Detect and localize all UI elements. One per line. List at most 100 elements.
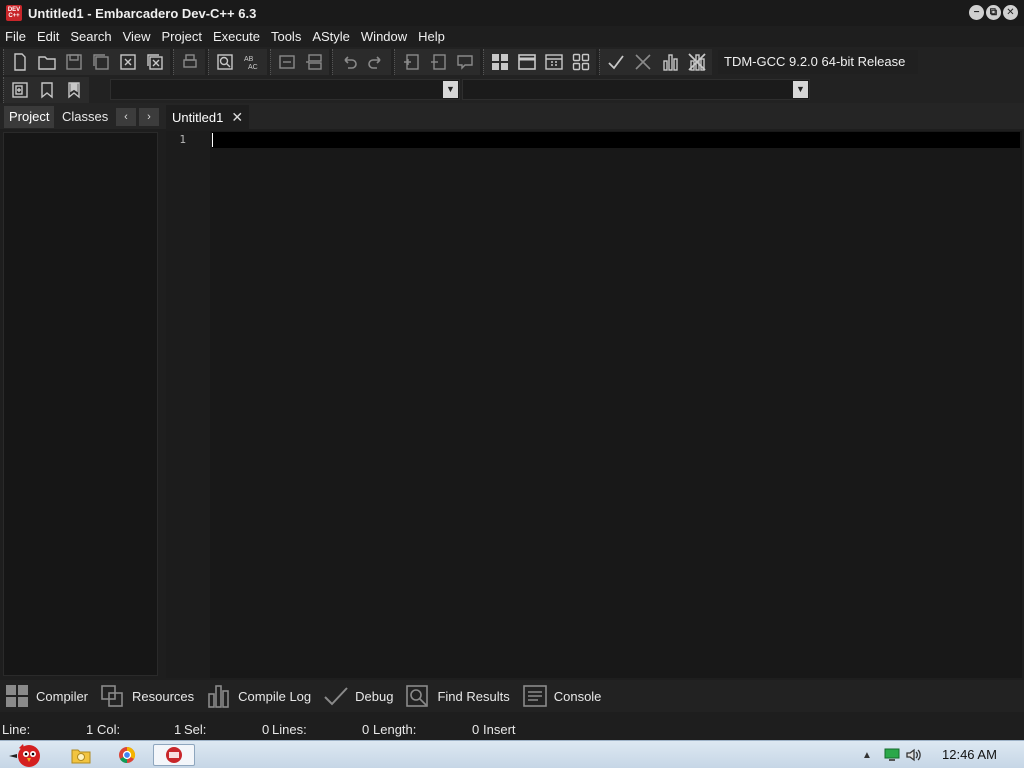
profile-chart-icon[interactable]	[656, 50, 683, 74]
network-icon[interactable]	[882, 744, 902, 766]
restore-button[interactable]: ⧉	[986, 5, 1001, 20]
unindent-icon[interactable]	[300, 50, 327, 74]
tab-classes[interactable]: Classes	[57, 106, 113, 128]
tab-compiler[interactable]: Compiler	[0, 681, 96, 711]
menu-search[interactable]: Search	[65, 26, 117, 47]
rebuild-all-icon[interactable]	[567, 50, 594, 74]
check-syntax-icon[interactable]	[602, 50, 629, 74]
minimize-button[interactable]: −	[969, 5, 984, 20]
devcpp-taskbar-button[interactable]	[153, 744, 195, 766]
tab-debug[interactable]: Debug	[319, 681, 401, 711]
add-to-project-icon[interactable]	[397, 50, 424, 74]
compile-icon[interactable]	[486, 50, 513, 74]
check-icon	[324, 687, 348, 706]
close-all-icon[interactable]	[141, 50, 168, 74]
goto-bookmark-icon[interactable]	[60, 78, 87, 102]
chevron-down-icon[interactable]: ▼	[443, 81, 458, 98]
status-line-label: Line:	[2, 722, 31, 737]
file-toolbar-group	[3, 48, 170, 75]
menu-file[interactable]: File	[0, 26, 32, 47]
replace-icon[interactable]: AB AC	[238, 50, 265, 74]
text-caret	[212, 133, 213, 147]
indent-icon[interactable]	[273, 50, 300, 74]
status-col-label: Col:	[97, 722, 121, 737]
tab-compile-log-label: Compile Log	[238, 688, 312, 704]
menu-project[interactable]: Project	[157, 26, 208, 47]
svg-text:AB: AB	[244, 56, 254, 63]
left-panel-tabs: Project Classes ‹ ›	[0, 103, 164, 129]
undo-toolbar-group	[332, 48, 391, 75]
tab-compile-log[interactable]: Compile Log	[202, 681, 319, 711]
devcpp-icon	[166, 747, 182, 763]
find-icon[interactable]	[211, 50, 238, 74]
save-all-icon[interactable]	[87, 50, 114, 74]
close-button[interactable]: ✕	[1003, 5, 1018, 20]
line-gutter: 1	[166, 131, 210, 678]
menu-view[interactable]: View	[118, 26, 157, 47]
delete-profile-icon[interactable]	[683, 50, 710, 74]
run-icon[interactable]	[513, 50, 540, 74]
tab-compiler-label: Compiler	[36, 688, 89, 704]
print-icon[interactable]	[176, 50, 203, 74]
chevron-left-icon[interactable]: ‹	[116, 108, 136, 126]
chart-icon	[208, 685, 229, 708]
project-tree[interactable]	[3, 132, 158, 676]
menu-window[interactable]: Window	[356, 26, 413, 47]
current-line-highlight	[212, 132, 1020, 148]
status-col-value: 1	[174, 722, 182, 737]
show-hidden-icons-icon[interactable]: ▲	[860, 744, 874, 766]
bookmark-toolbar-group	[3, 76, 89, 103]
window-title: Untitled1 - Embarcadero Dev-C++ 6.3	[28, 5, 257, 21]
status-bar: Line: 1 Col: 1 Sel: 0 Lines: 0 Length: 0…	[0, 720, 1024, 740]
window-controls: − ⧉ ✕	[969, 5, 1018, 20]
file-explorer-taskbar-button[interactable]	[68, 744, 94, 766]
stop-execution-icon[interactable]	[629, 50, 656, 74]
chevron-down-icon[interactable]: ▼	[793, 81, 808, 98]
redo-icon[interactable]	[362, 50, 389, 74]
status-line-value: 1	[86, 722, 94, 737]
chevron-right-icon[interactable]: ›	[139, 108, 159, 126]
open-folder-icon[interactable]	[33, 50, 60, 74]
compiler-select[interactable]: TDM-GCC 9.2.0 64-bit Release	[718, 49, 918, 74]
toggle-bookmark-icon[interactable]	[33, 78, 60, 102]
secondary-toolbar: ▼ ▼	[0, 76, 1024, 103]
menu-bar: File Edit Search View Project Execute To…	[0, 26, 1024, 47]
taskbar-clock[interactable]: 12:46 AM	[942, 747, 997, 762]
title-bar: DEV C++ Untitled1 - Embarcadero Dev-C++ 6…	[0, 0, 1024, 26]
tab-resources[interactable]: Resources	[96, 681, 202, 711]
svg-text:AC: AC	[248, 64, 258, 71]
debug-toolbar-group	[599, 48, 712, 75]
remove-from-project-icon[interactable]	[424, 50, 451, 74]
menu-execute[interactable]: Execute	[208, 26, 266, 47]
tab-project[interactable]: Project	[4, 106, 55, 128]
project-options-icon[interactable]	[451, 50, 478, 74]
start-button[interactable]	[4, 744, 50, 767]
devcpp-app-icon: DEV C++	[6, 5, 22, 21]
bottom-panel-tabs: Compiler Resources Compile Log Debug Fin…	[0, 680, 1024, 712]
resources-icon	[101, 685, 123, 707]
undo-icon[interactable]	[335, 50, 362, 74]
tab-console-label: Console	[553, 688, 602, 704]
menu-edit[interactable]: Edit	[32, 26, 65, 47]
menu-tools[interactable]: Tools	[266, 26, 307, 47]
function-combobox[interactable]: ▼	[462, 79, 810, 100]
insert-snippet-icon[interactable]	[6, 78, 33, 102]
chrome-taskbar-button[interactable]	[114, 744, 140, 766]
new-file-icon[interactable]	[6, 50, 33, 74]
tab-console[interactable]: Console	[518, 681, 610, 711]
tab-find-results[interactable]: Find Results	[401, 681, 517, 711]
status-sel-label: Sel:	[184, 722, 207, 737]
menu-help[interactable]: Help	[413, 26, 451, 47]
class-combobox[interactable]: ▼	[110, 79, 460, 100]
close-file-icon[interactable]	[114, 50, 141, 74]
volume-icon[interactable]	[904, 744, 924, 766]
close-icon[interactable]: ✕	[231, 109, 243, 126]
indent-toolbar-group	[270, 48, 329, 75]
status-sel-value: 0	[262, 722, 270, 737]
tab-untitled1[interactable]: Untitled1 ✕	[166, 105, 250, 129]
line-number: 1	[179, 133, 186, 146]
menu-astyle[interactable]: AStyle	[307, 26, 356, 47]
code-editor[interactable]: 1	[166, 131, 1022, 678]
compile-run-icon[interactable]	[540, 50, 567, 74]
save-icon[interactable]	[60, 50, 87, 74]
